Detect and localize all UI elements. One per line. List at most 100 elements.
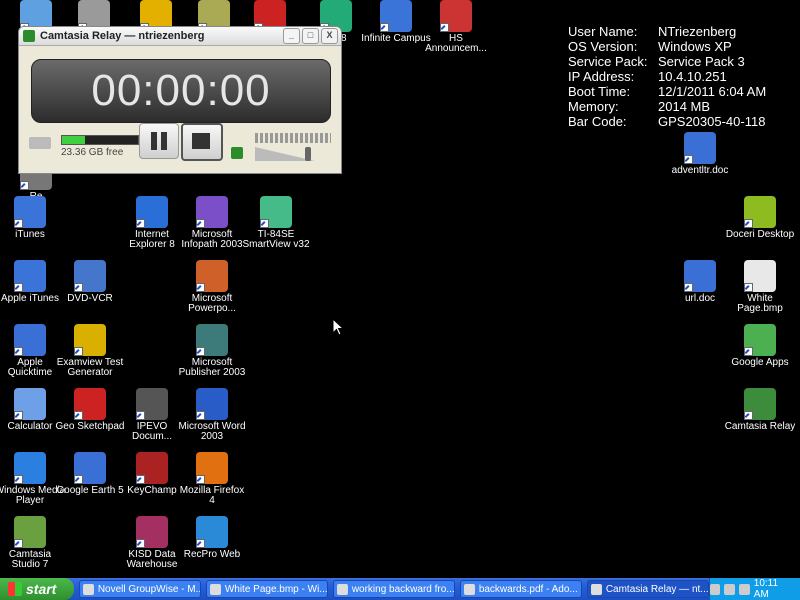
window-titlebar[interactable]: Camtasia Relay — ntriezenberg _ □ X	[19, 27, 341, 46]
application-icon	[260, 196, 292, 228]
taskbar-button[interactable]: backwards.pdf - Ado...	[459, 580, 582, 598]
taskbar-button[interactable]: Camtasia Relay — nt...	[586, 580, 709, 598]
disk-usage-bar	[61, 135, 139, 145]
desktop-icon[interactable]: Mozilla Firefox 4	[176, 452, 248, 506]
desktop-icon[interactable]: Microsoft Powerpo...	[176, 260, 248, 314]
sysinfo-value: 10.4.10.251	[658, 69, 727, 84]
sysinfo-value: 2014 MB	[658, 99, 711, 114]
pause-button[interactable]	[139, 123, 179, 159]
sysinfo-row: Service Pack: Service Pack 3	[568, 54, 766, 69]
application-icon	[684, 132, 716, 164]
desktop-icon[interactable]: TI-84SE SmartView v32	[240, 196, 312, 250]
drive-icon	[29, 137, 51, 149]
application-icon	[684, 260, 716, 292]
application-icon	[440, 0, 472, 32]
shortcut-arrow-icon	[196, 539, 205, 548]
desktop-icon-label: Mozilla Firefox 4	[179, 485, 245, 506]
start-button[interactable]: start	[0, 578, 74, 600]
desktop-icon[interactable]: RecPro Web	[176, 516, 248, 560]
sysinfo-row: OS Version: Windows XP	[568, 39, 766, 54]
close-button[interactable]: X	[321, 28, 338, 44]
application-icon	[136, 516, 168, 548]
shortcut-arrow-icon	[14, 539, 23, 548]
shortcut-arrow-icon	[260, 219, 269, 228]
application-icon	[196, 388, 228, 420]
maximize-button[interactable]: □	[302, 28, 319, 44]
taskbar-button[interactable]: working backward fro...	[332, 580, 455, 598]
desktop-icon-label: adventltr.doc	[671, 165, 729, 176]
shortcut-arrow-icon	[744, 283, 753, 292]
recording-timer: 00:00:00	[31, 59, 331, 123]
desktop-icon-label: Microsoft Word 2003	[178, 421, 246, 442]
taskbar-button[interactable]: White Page.bmp - Wi...	[205, 580, 328, 598]
clock[interactable]: 10:11 AM	[754, 578, 794, 600]
shortcut-arrow-icon	[196, 475, 205, 484]
shortcut-arrow-icon	[684, 283, 693, 292]
desktop-icon[interactable]: Microsoft Word 2003	[176, 388, 248, 442]
tray-network-icon[interactable]	[724, 583, 736, 595]
desktop-icon[interactable]: Microsoft Infopath 2003	[176, 196, 248, 250]
desktop-icon[interactable]: Camtasia Studio 7	[0, 516, 66, 570]
application-icon	[196, 516, 228, 548]
stop-button[interactable]	[181, 123, 223, 161]
desktop-icon-label: DVD-VCR	[67, 293, 113, 304]
sysinfo-key: Bar Code:	[568, 114, 627, 129]
desktop-icon-label: Doceri Desktop	[725, 229, 795, 240]
desktop-icon[interactable]: White Page.bmp	[724, 260, 796, 314]
desktop-icon[interactable]: DVD-VCR	[54, 260, 126, 304]
shortcut-arrow-icon	[74, 411, 83, 420]
camtasia-relay-window[interactable]: Camtasia Relay — ntriezenberg _ □ X 00:0…	[18, 26, 342, 174]
volume-slider-handle[interactable]	[305, 147, 311, 161]
desktop-icon[interactable]: Microsoft Publisher 2003	[176, 324, 248, 378]
shortcut-arrow-icon	[744, 219, 753, 228]
sysinfo-row: Bar Code: GPS20305-40-118	[568, 114, 766, 129]
application-icon	[14, 196, 46, 228]
shortcut-arrow-icon	[744, 347, 753, 356]
desktop-icon[interactable]: Examview Test Generator	[54, 324, 126, 378]
desktop-icon[interactable]: iTunes	[0, 196, 66, 240]
desktop-icon-label: Camtasia Relay	[724, 421, 796, 432]
desktop-icon-label: HS Announcem...	[425, 33, 487, 54]
shortcut-arrow-icon	[196, 283, 205, 292]
windows-flag-icon	[8, 582, 22, 596]
application-icon	[14, 388, 46, 420]
desktop-icon-label: Microsoft Infopath 2003	[181, 229, 243, 250]
tray-back-icon[interactable]	[709, 583, 721, 595]
desktop-icon-label: TI-84SE SmartView v32	[242, 229, 310, 250]
minimize-button[interactable]: _	[283, 28, 300, 44]
desktop-icon[interactable]: HS Announcem...	[420, 0, 492, 54]
shortcut-arrow-icon	[136, 219, 145, 228]
application-icon	[14, 324, 46, 356]
shortcut-arrow-icon	[196, 347, 205, 356]
application-icon	[744, 196, 776, 228]
desktop-icon[interactable]: Camtasia Relay	[724, 388, 796, 432]
sysinfo-row: User Name: NTriezenberg	[568, 24, 766, 39]
tray-shield-icon[interactable]	[739, 583, 750, 595]
taskbar-button[interactable]: Novell GroupWise - M...	[78, 580, 201, 598]
application-icon	[74, 388, 106, 420]
desktop-icon[interactable]: Doceri Desktop	[724, 196, 796, 240]
application-icon	[744, 388, 776, 420]
system-tray: 10:11 AM	[708, 578, 800, 600]
desktop-icon-label: Google Apps	[731, 357, 789, 368]
application-icon	[744, 260, 776, 292]
sysinfo-value: NTriezenberg	[658, 24, 737, 39]
desktop-icon[interactable]: Google Apps	[724, 324, 796, 368]
desktop-icon[interactable]: adventltr.doc	[664, 132, 736, 176]
sysinfo-key: Boot Time:	[568, 84, 631, 99]
application-icon	[14, 452, 46, 484]
desktop-icon-label: RecPro Web	[183, 549, 241, 560]
sysinfo-value: Service Pack 3	[658, 54, 745, 69]
sysinfo-row: IP Address: 10.4.10.251	[568, 69, 766, 84]
application-icon	[196, 452, 228, 484]
shortcut-arrow-icon	[136, 411, 145, 420]
desktop-icon-label: Microsoft Publisher 2003	[178, 357, 246, 378]
application-icon	[196, 260, 228, 292]
application-icon	[196, 324, 228, 356]
shortcut-arrow-icon	[74, 475, 83, 484]
shortcut-arrow-icon	[74, 347, 83, 356]
microphone-icon[interactable]	[231, 147, 243, 159]
application-icon	[744, 324, 776, 356]
shortcut-arrow-icon	[20, 181, 29, 190]
application-icon	[136, 452, 168, 484]
